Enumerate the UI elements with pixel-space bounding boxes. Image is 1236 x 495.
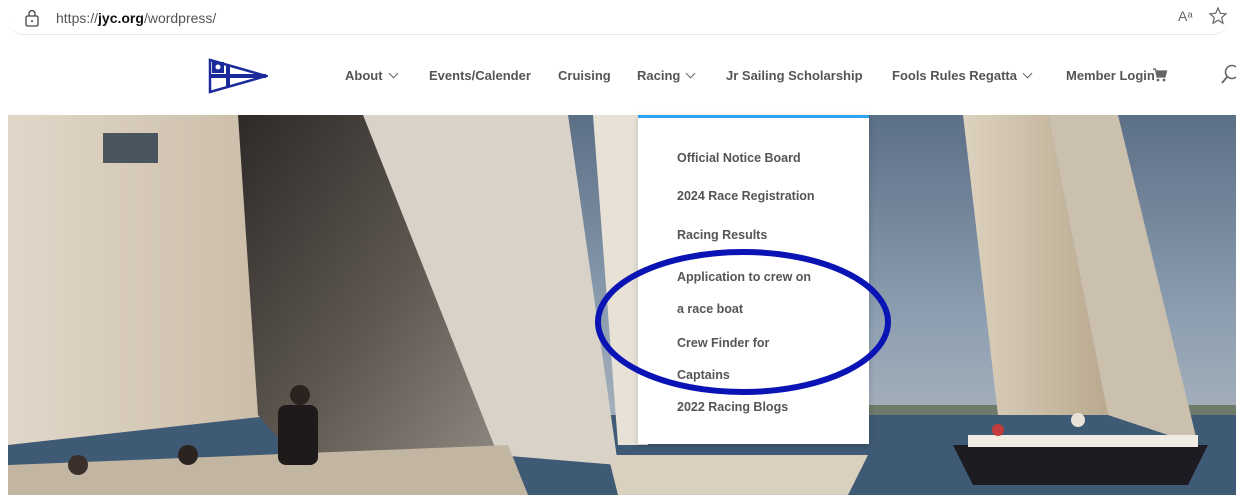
nav-member-login-label: Member Login: [1066, 68, 1155, 83]
menu-item-label: 2024 Race Registration: [677, 189, 815, 203]
nav-about-label: About: [345, 68, 383, 83]
favorite-star-icon[interactable]: [1208, 6, 1228, 26]
browser-address-bar: https://jyc.org/wordpress/ Aᵃ: [0, 0, 1236, 38]
url-text[interactable]: https://jyc.org/wordpress/: [56, 10, 216, 26]
menu-item-label-line2: Captains: [677, 368, 730, 382]
site-header: [0, 38, 1236, 116]
chevron-down-icon: [685, 68, 696, 79]
nav-cruising-label: Cruising: [558, 68, 611, 83]
menu-item-label-line1: Crew Finder for: [677, 336, 770, 350]
search-icon[interactable]: [1220, 63, 1236, 85]
menu-item-official-notice-board[interactable]: Official Notice Board: [677, 147, 801, 169]
menu-item-label-line1: Application to crew on: [677, 270, 812, 284]
sailboats-photo: [8, 115, 1236, 495]
lock-icon[interactable]: [24, 9, 40, 27]
chevron-down-icon: [388, 68, 398, 79]
nav-scholarship-label: Jr Sailing Scholarship: [726, 68, 863, 83]
url-prefix: https://: [56, 10, 99, 26]
menu-item-application-to-crew[interactable]: Application to crew on a race boat: [677, 261, 811, 325]
nav-racing-label: Racing: [637, 68, 681, 83]
nav-about[interactable]: About: [345, 68, 398, 83]
nav-member-login[interactable]: Member Login: [1066, 68, 1155, 83]
menu-item-crew-finder-for-captains[interactable]: Crew Finder for Captains: [677, 327, 769, 391]
nav-events-label: Events/Calender: [429, 68, 531, 83]
menu-item-label: Racing Results: [677, 228, 768, 242]
nav-fools-label: Fools Rules Regatta: [892, 68, 1017, 83]
url-path: /wordpress/: [143, 10, 217, 26]
nav-fools-rules-regatta[interactable]: Fools Rules Regatta: [892, 68, 1033, 83]
read-aloud-icon[interactable]: Aᵃ: [1178, 8, 1193, 24]
nav-cruising[interactable]: Cruising: [558, 68, 611, 83]
menu-item-2024-race-registration[interactable]: 2024 Race Registration: [677, 185, 815, 207]
cart-icon[interactable]: [1152, 67, 1168, 83]
menu-item-label-line2: a race boat: [677, 302, 744, 316]
nav-events-calender[interactable]: Events/Calender: [429, 68, 531, 83]
nav-jr-sailing-scholarship[interactable]: Jr Sailing Scholarship: [726, 68, 863, 83]
chevron-down-icon: [1022, 68, 1033, 79]
hero-photo: [8, 115, 1236, 495]
menu-item-label: Official Notice Board: [677, 151, 801, 165]
url-domain: jyc.org: [98, 10, 144, 26]
menu-item-label: 2022 Racing Blogs: [677, 400, 789, 414]
burgee-logo-icon[interactable]: [208, 56, 268, 96]
menu-item-2022-racing-blogs[interactable]: 2022 Racing Blogs: [677, 396, 788, 418]
nav-racing[interactable]: Racing: [637, 68, 696, 83]
menu-item-racing-results[interactable]: Racing Results: [677, 224, 767, 246]
racing-dropdown-menu: Official Notice Board 2024 Race Registra…: [638, 115, 869, 444]
